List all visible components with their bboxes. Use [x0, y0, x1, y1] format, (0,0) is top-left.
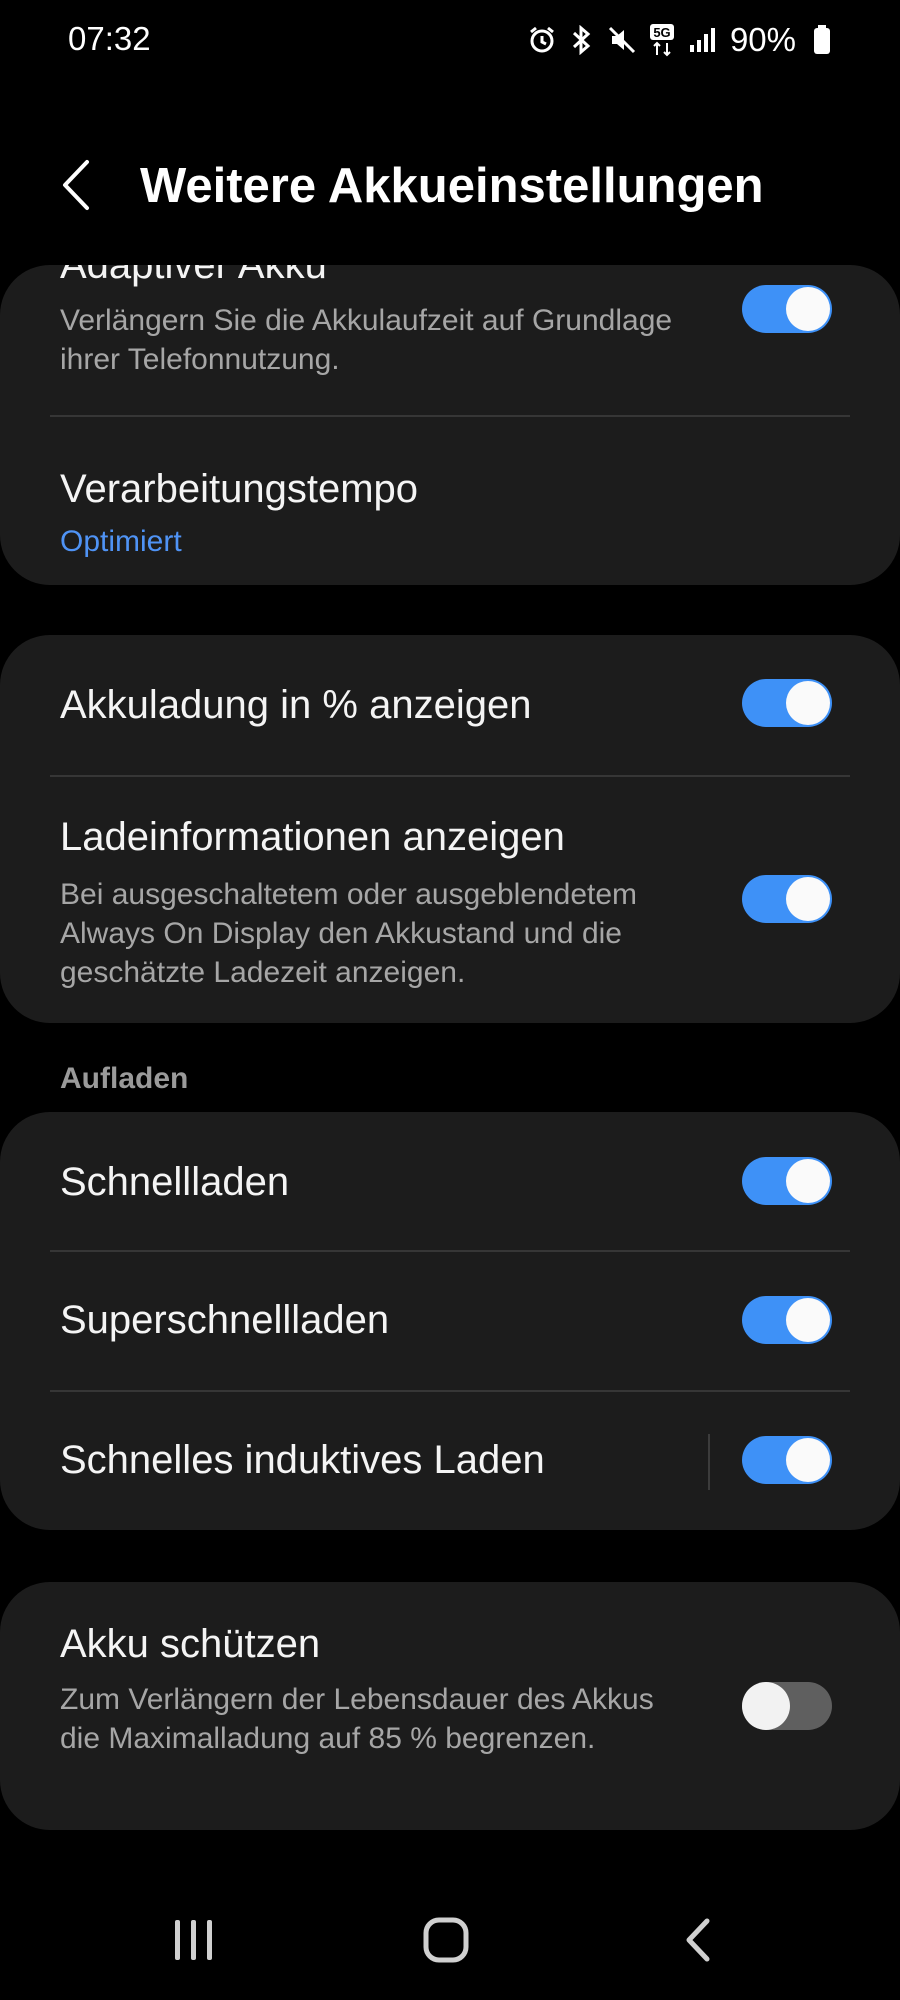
super-fast-charging-toggle[interactable]: [742, 1296, 832, 1344]
fast-wireless-charging-title: Schnelles induktives Laden: [60, 1438, 545, 1482]
fast-charging-title: Schnellladen: [60, 1160, 290, 1204]
home-icon: [423, 1917, 469, 1963]
card-battery-general: Adaptiver Akku Verlängern Sie die Akkula…: [0, 265, 900, 585]
navigation-bar: [0, 1895, 900, 1985]
protect-battery-description: Zum Verlängern der Lebensdauer des Akkus…: [60, 1683, 654, 1755]
battery-icon: [808, 23, 836, 57]
battery-percent: 90%: [729, 21, 796, 58]
adaptive-battery-row[interactable]: Adaptiver Akku Verlängern Sie die Akkula…: [0, 265, 900, 415]
signal-icon: [688, 23, 716, 57]
recent-apps-button[interactable]: [144, 1895, 244, 1985]
network-label: 5G: [653, 25, 670, 40]
bluetooth-icon: [568, 23, 596, 57]
card-battery-display: Akkuladung in % anzeigen Ladeinformation…: [0, 635, 900, 1023]
show-percent-title: Akkuladung in % anzeigen: [60, 683, 532, 727]
adaptive-battery-description: Verlängern Sie die Akkulaufzeit auf Grun…: [60, 304, 673, 376]
super-fast-charging-title: Superschnellladen: [60, 1298, 390, 1342]
protect-battery-title: Akku schützen: [60, 1622, 321, 1666]
settings-list[interactable]: Adaptiver Akku Verlängern Sie die Akkula…: [0, 265, 900, 1865]
charging-info-row[interactable]: Ladeinformationen anzeigen Bei ausgescha…: [0, 777, 900, 1023]
status-time: 07:32: [68, 20, 151, 57]
row-separator: [708, 1434, 710, 1490]
chevron-left-icon: [63, 160, 89, 210]
app-header: Weitere Akkueinstellungen: [0, 150, 900, 230]
recent-apps-icon: [175, 1920, 212, 1960]
fast-wireless-charging-row[interactable]: Schnelles induktives Laden: [0, 1392, 900, 1530]
show-percent-toggle[interactable]: [742, 679, 832, 727]
charging-info-title: Ladeinformationen anzeigen: [60, 815, 565, 859]
protect-battery-toggle[interactable]: [742, 1682, 832, 1730]
adaptive-battery-title: Adaptiver Akku: [60, 265, 327, 287]
back-button[interactable]: [48, 150, 104, 220]
status-bar: 07:32 5G 90%: [0, 0, 900, 84]
processing-speed-row[interactable]: Verarbeitungstempo Optimiert: [0, 417, 900, 585]
show-percent-row[interactable]: Akkuladung in % anzeigen: [0, 635, 900, 775]
status-icons: 5G 90%: [528, 20, 836, 60]
protect-battery-row[interactable]: Akku schützen Zum Verlängern der Lebensd…: [0, 1582, 900, 1830]
network-5g-icon: 5G: [648, 23, 676, 57]
fast-charging-row[interactable]: Schnellladen: [0, 1112, 900, 1250]
fast-wireless-charging-toggle[interactable]: [742, 1436, 832, 1484]
alarm-icon: [528, 23, 556, 57]
card-charging: Schnellladen Superschnellladen Schnelles…: [0, 1112, 900, 1530]
section-label-charging: Aufladen: [60, 1062, 189, 1095]
fast-charging-toggle[interactable]: [742, 1157, 832, 1205]
charging-info-description: Bei ausgeschaltetem oder ausgeblendetem …: [60, 878, 638, 989]
home-button[interactable]: [396, 1895, 496, 1985]
charging-info-toggle[interactable]: [742, 875, 832, 923]
processing-speed-title: Verarbeitungstempo: [60, 467, 419, 511]
card-battery-protection: Akku schützen Zum Verlängern der Lebensd…: [0, 1582, 900, 1830]
processing-speed-value: Optimiert: [60, 525, 182, 558]
adaptive-battery-toggle[interactable]: [742, 285, 832, 333]
super-fast-charging-row[interactable]: Superschnellladen: [0, 1252, 900, 1390]
page-title: Weitere Akkueinstellungen: [140, 159, 764, 213]
mute-icon: [608, 23, 636, 57]
back-icon: [686, 1918, 710, 1962]
nav-back-button[interactable]: [648, 1895, 748, 1985]
